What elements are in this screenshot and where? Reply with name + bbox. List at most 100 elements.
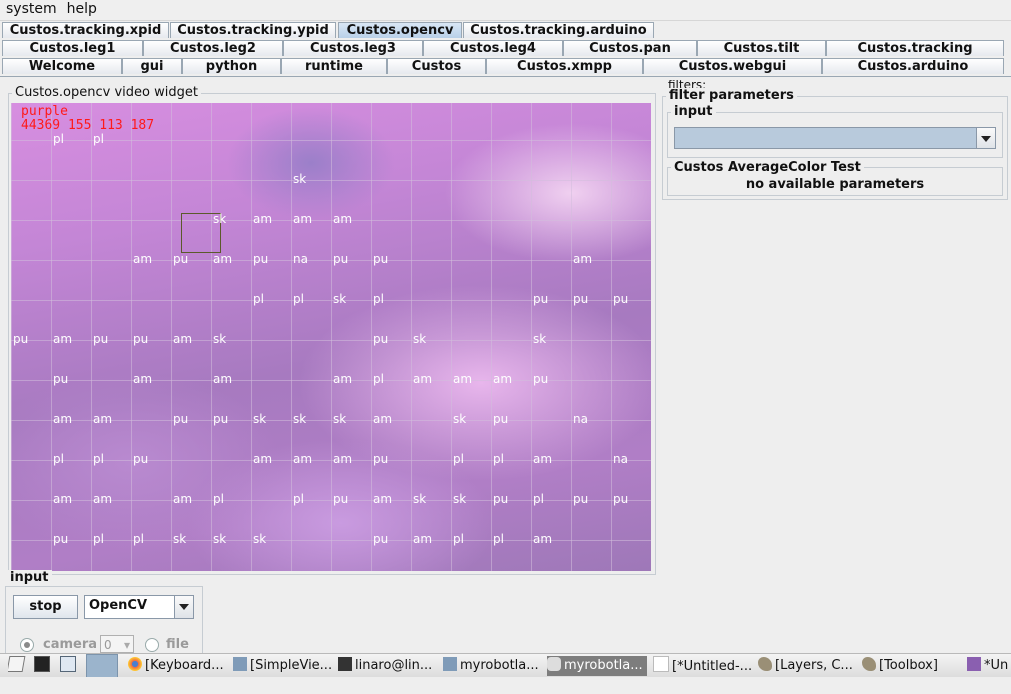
tab-custos-xmpp[interactable]: Custos.xmpp	[486, 58, 643, 74]
grid-cell-label: sk	[213, 332, 227, 346]
camera-radio[interactable]	[20, 638, 34, 652]
terminal-launcher[interactable]	[34, 656, 54, 676]
tab-row-1: Custos.tracking.xpid Custos.tracking.ypi…	[0, 22, 1011, 40]
menu-system[interactable]: system	[0, 0, 61, 17]
taskbar: [Keyboard... [SimpleVie... linaro@lin...…	[0, 653, 1011, 694]
grid-cell-label: am	[293, 452, 313, 466]
grid-cell-label: pu	[93, 332, 109, 346]
grid-cell-label: pu	[533, 372, 549, 386]
task-untitled[interactable]: [*Untitled-...	[653, 656, 753, 676]
task-untitled-2[interactable]: *Un	[967, 656, 1011, 676]
grid-cell-label: pu	[373, 532, 389, 546]
average-color-test-legend: Custos AverageColor Test	[671, 160, 864, 175]
input-panel-legend: input	[7, 570, 52, 585]
stop-button[interactable]: stop	[13, 595, 78, 619]
tab-custos-leg2[interactable]: Custos.leg2	[143, 40, 283, 56]
gimp-icon	[758, 657, 772, 671]
grid-cell-label: am	[93, 412, 113, 426]
tab-custos-tracking-ypid[interactable]: Custos.tracking.ypid	[170, 22, 336, 38]
task-toolbox[interactable]: [Toolbox]	[862, 656, 962, 676]
tab-custos-tilt[interactable]: Custos.tilt	[697, 40, 826, 56]
menu-help[interactable]: help	[61, 0, 101, 17]
tab-row-3: Welcome gui python runtime Custos Custos…	[0, 58, 1011, 76]
tab-custos-leg3[interactable]: Custos.leg3	[283, 40, 423, 56]
grid-cell-label: am	[413, 532, 433, 546]
workspace-switcher[interactable]	[86, 654, 118, 678]
tab-custos-webgui[interactable]: Custos.webgui	[643, 58, 822, 74]
grid-cell-label: am	[53, 332, 73, 346]
task-myrobotlab-active[interactable]: myrobotla...	[547, 656, 647, 676]
task-keyboard[interactable]: [Keyboard...	[128, 656, 228, 676]
task-simpleview[interactable]: [SimpleVie...	[233, 656, 333, 676]
grid-cell-label: pl	[253, 292, 264, 306]
tab-content-border	[0, 76, 1011, 77]
grid-cell-label: pl	[53, 452, 64, 466]
grid-cell-label: pl	[293, 292, 304, 306]
filter-input-select[interactable]	[674, 127, 996, 149]
grid-cell-label: pl	[133, 532, 144, 546]
tab-custos-leg4[interactable]: Custos.leg4	[423, 40, 563, 56]
pencil-icon	[8, 656, 26, 672]
grid-cell-label: pu	[533, 292, 549, 306]
tab-custos-arduino[interactable]: Custos.arduino	[822, 58, 1004, 74]
grid-cell-label: sk	[333, 292, 347, 306]
video-frame[interactable]: purple 44369 155 113 187 pl pl sk sk am am am a…	[11, 103, 651, 571]
grid-cell-label: sk	[533, 332, 547, 346]
grid-cell-label: pl	[373, 292, 384, 306]
tab-runtime[interactable]: runtime	[281, 58, 387, 74]
grid-cell-label: am	[53, 412, 73, 426]
grid-cell-label: pu	[613, 492, 629, 506]
tab-custos-tracking-xpid[interactable]: Custos.tracking.xpid	[2, 22, 169, 38]
grid-cell-label: sk	[173, 532, 187, 546]
grid-cell-label: am	[333, 372, 353, 386]
tab-gui[interactable]: gui	[122, 58, 182, 74]
app-icon	[967, 657, 981, 671]
grid-cell-label: na	[573, 412, 588, 426]
grid-cell-label: am	[453, 372, 473, 386]
grid-cell-label: am	[493, 372, 513, 386]
tab-custos-leg1[interactable]: Custos.leg1	[2, 40, 143, 56]
grid-cell-label: pu	[13, 332, 29, 346]
chevron-down-icon[interactable]	[976, 128, 995, 148]
grid-cell-label: pl	[533, 492, 544, 506]
grid-cell-label: sk	[293, 172, 307, 186]
grid-cell-label: sk	[213, 532, 227, 546]
grid-cell-label: pu	[133, 332, 149, 346]
tab-custos[interactable]: Custos	[387, 58, 486, 74]
task-myrobotlab-folder[interactable]: myrobotla...	[443, 656, 543, 676]
camera-index-select[interactable]: 0 ▾	[100, 635, 134, 653]
grid-cell-label: pu	[133, 452, 149, 466]
grid-cell-label: am	[533, 532, 553, 546]
tab-custos-pan[interactable]: Custos.pan	[563, 40, 697, 56]
grid-cell-label: am	[373, 492, 393, 506]
tab-python[interactable]: python	[182, 58, 281, 74]
grid-cell-label: am	[133, 372, 153, 386]
bottom-strip	[0, 677, 1011, 694]
task-layers[interactable]: [Layers, C...	[758, 656, 858, 676]
chevron-down-icon[interactable]	[174, 596, 193, 618]
video-widget-legend: Custos.opencv video widget	[12, 85, 201, 100]
grid-cell-label: pl	[53, 132, 64, 146]
grid-cell-label: pl	[453, 532, 464, 546]
grid-cell-label: am	[333, 212, 353, 226]
tab-custos-tracking[interactable]: Custos.tracking	[826, 40, 1004, 56]
frame-grabber-select[interactable]: OpenCV	[84, 595, 194, 619]
text-editor-launcher[interactable]	[8, 656, 28, 676]
windows-launcher[interactable]	[60, 656, 80, 676]
grid-cell-label: pu	[53, 532, 69, 546]
tab-welcome[interactable]: Welcome	[2, 58, 122, 74]
grid-cell-label: pu	[333, 492, 349, 506]
folder-icon	[233, 657, 247, 671]
file-radio[interactable]	[145, 638, 159, 652]
grid-cell-label: am	[533, 452, 553, 466]
camera-index-value: 0	[104, 638, 112, 652]
document-icon	[653, 656, 669, 672]
filter-parameters-legend: filter parameters	[666, 88, 797, 103]
grid-cell-label: sk	[213, 212, 227, 226]
grid-cell-label: am	[253, 212, 273, 226]
task-terminal[interactable]: linaro@lin...	[338, 656, 438, 676]
tab-custos-opencv[interactable]: Custos.opencv	[338, 22, 462, 38]
grid-cell-label: pu	[213, 412, 229, 426]
tab-custos-tracking-arduino[interactable]: Custos.tracking.arduino	[463, 22, 654, 38]
grid-cell-label: am	[373, 412, 393, 426]
